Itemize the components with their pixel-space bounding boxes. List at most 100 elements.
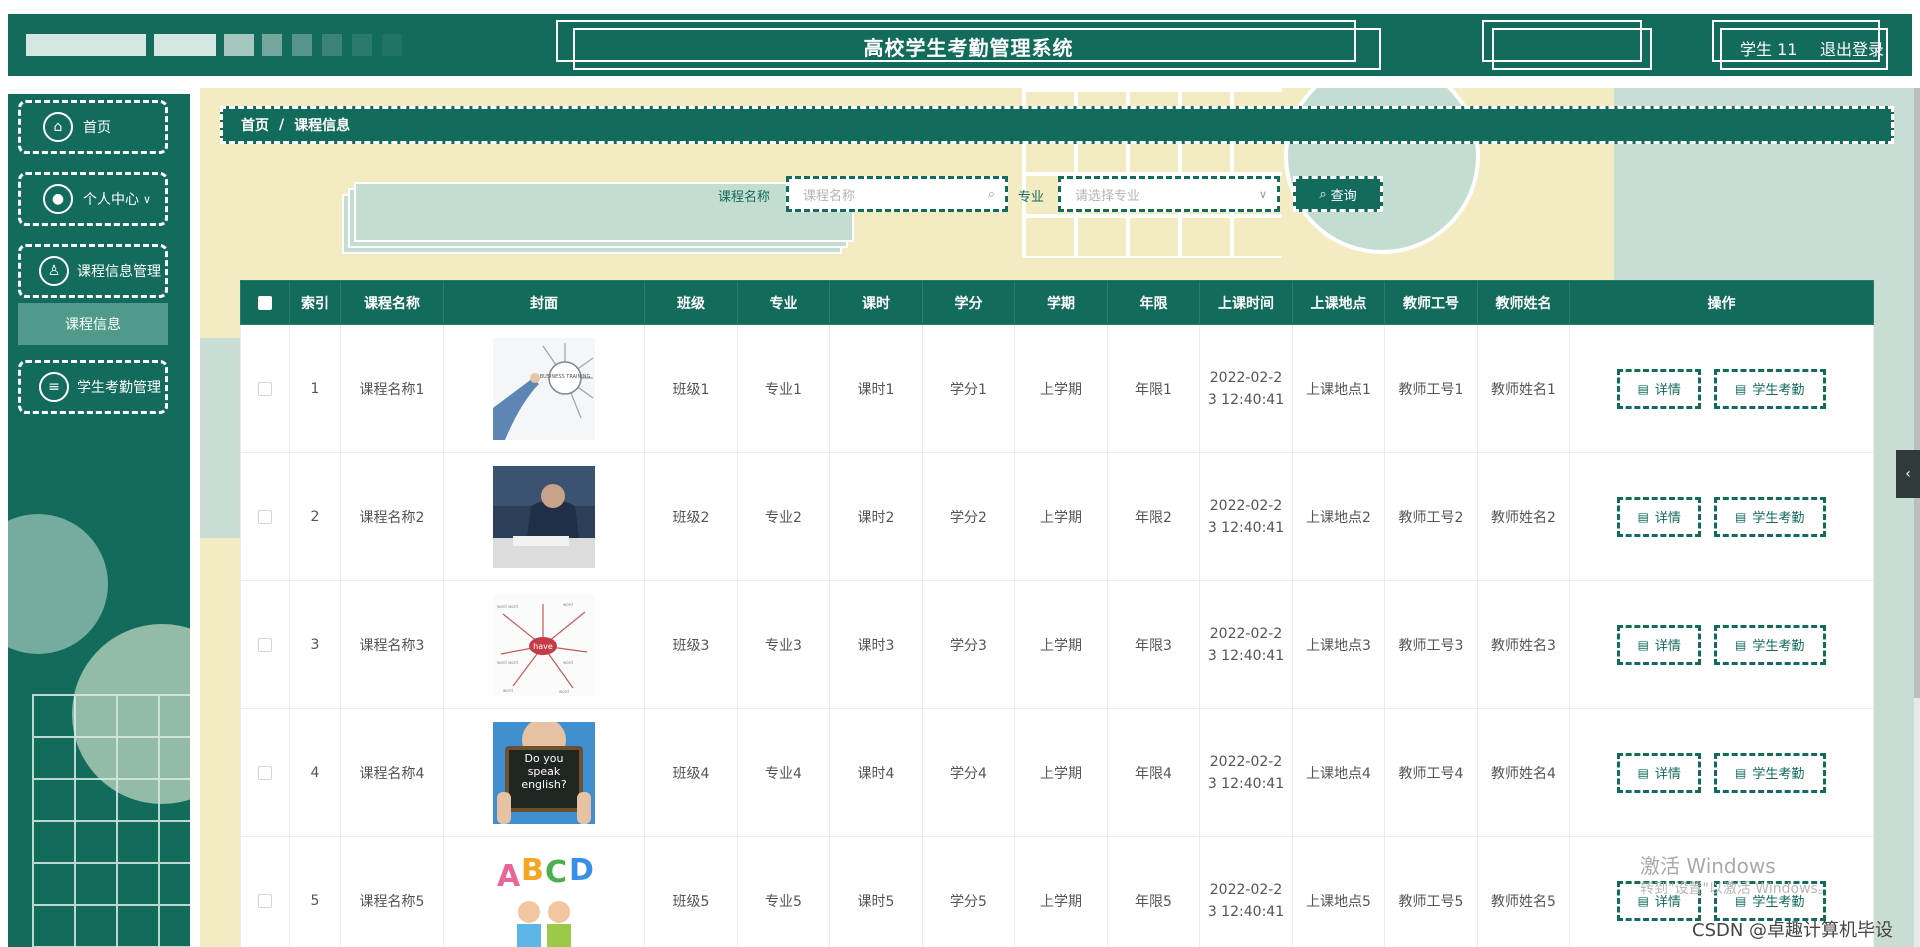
detail-button-label: 详情 — [1654, 383, 1681, 398]
document-icon: ▤ — [1735, 765, 1747, 780]
teacher-id-cell: 教师工号2 — [1384, 452, 1478, 581]
column-header: 教师工号 — [1384, 280, 1478, 325]
years-cell: 年限5 — [1107, 836, 1200, 947]
sidebar-item-home[interactable]: ⌂ 首页 — [18, 100, 168, 154]
actions-cell: ▤ 详情 ▤ 学生考勤 — [1569, 580, 1874, 709]
years-cell: 年限2 — [1107, 452, 1200, 581]
home-icon: ⌂ — [43, 112, 73, 142]
course-name-placeholder: 课程名称 — [803, 188, 856, 204]
logout-button[interactable]: 退出登录 — [1820, 36, 1884, 60]
column-header: 上课地点 — [1292, 280, 1385, 325]
breadcrumb-current: 课程信息 — [294, 118, 351, 134]
attendance-button[interactable]: ▤ 学生考勤 — [1713, 752, 1826, 793]
place-cell: 上课地点5 — [1292, 836, 1385, 947]
row-select-cell[interactable] — [240, 452, 290, 581]
cover-image: word word word word word word word word have — [493, 593, 595, 696]
row-checkbox[interactable] — [258, 765, 272, 780]
sidebar-item-personal-center[interactable]: ● 个人中心 ∨ — [18, 172, 168, 226]
windows-activation-title: 激活 Windows — [1640, 854, 1776, 878]
course-name-label: 课程名称 — [718, 190, 771, 205]
cover-cell — [443, 452, 645, 581]
windows-activation-subtitle: 转到"设置"以激活 Windows。 — [1640, 881, 1832, 897]
header-decoration — [292, 34, 312, 56]
row-checkbox[interactable] — [258, 509, 272, 524]
document-icon: ▤ — [1735, 509, 1747, 524]
hours-cell: 课时2 — [829, 452, 923, 581]
column-header: 专业 — [737, 280, 830, 325]
teacher-id-cell: 教师工号1 — [1384, 324, 1478, 453]
sidebar-item-attendance-management[interactable]: ≡ 学生考勤管理 — [18, 360, 168, 414]
header-decoration — [322, 34, 342, 56]
row-select-cell[interactable] — [240, 836, 290, 947]
hours-cell: 课时5 — [829, 836, 923, 947]
time-cell: 2022-02-23 12:40:41 — [1199, 324, 1293, 453]
time-cell: 2022-02-23 12:40:41 — [1199, 452, 1293, 581]
actions-cell: ▤ 详情 ▤ 学生考勤 — [1569, 708, 1874, 837]
svg-text:word: word — [559, 689, 569, 694]
header-decoration — [26, 34, 146, 56]
term-cell: 上学期 — [1014, 580, 1108, 709]
sidebar-item-course-management[interactable]: ♙ 课程信息管理 — [18, 244, 168, 298]
years-cell: 年限3 — [1107, 580, 1200, 709]
row-select-cell[interactable] — [240, 324, 290, 453]
major-cell: 专业1 — [737, 324, 830, 453]
course-name-cell: 课程名称3 — [340, 580, 444, 709]
sidebar-item-label: 课程信息管理 — [77, 264, 161, 280]
row-select-cell[interactable] — [240, 708, 290, 837]
detail-button[interactable]: ▤ 详情 — [1617, 368, 1702, 409]
sidebar-subitem-course-info[interactable]: 课程信息 — [18, 303, 168, 345]
attendance-button[interactable]: ▤ 学生考勤 — [1713, 624, 1826, 665]
column-header: 上课时间 — [1199, 280, 1293, 325]
cover-image: BUSINESS TRAINING — [493, 337, 595, 440]
document-icon: ▤ — [1637, 765, 1649, 780]
column-header: 操作 — [1569, 280, 1874, 325]
detail-button[interactable]: ▤ 详情 — [1617, 752, 1702, 793]
search-icon: ⌕ — [1319, 186, 1327, 202]
document-icon: ▤ — [1637, 381, 1649, 396]
course-name-input[interactable]: 课程名称 ⌕ — [786, 176, 1008, 212]
select-all-checkbox[interactable] — [258, 295, 272, 310]
class-cell: 班级3 — [644, 580, 738, 709]
class-cell: 班级1 — [644, 324, 738, 453]
term-cell: 上学期 — [1014, 324, 1108, 453]
detail-button[interactable]: ▤ 详情 — [1617, 496, 1702, 537]
select-all-header[interactable] — [240, 280, 290, 325]
attendance-button[interactable]: ▤ 学生考勤 — [1713, 368, 1826, 409]
column-header: 封面 — [443, 280, 645, 325]
chevron-down-icon: ∨ — [143, 192, 152, 206]
search-button[interactable]: ⌕ 查询 — [1293, 176, 1383, 212]
header-decoration — [154, 34, 216, 56]
column-header: 课程名称 — [340, 280, 444, 325]
chevron-down-icon: ∨ — [1258, 187, 1267, 201]
credit-cell: 学分2 — [922, 452, 1015, 581]
row-checkbox[interactable] — [258, 381, 272, 396]
document-icon: ▤ — [1637, 637, 1649, 652]
place-cell: 上课地点1 — [1292, 324, 1385, 453]
detail-button-label: 详情 — [1654, 511, 1681, 526]
major-select[interactable]: 请选择专业 ∨ — [1058, 176, 1280, 212]
page-scrollbar-thumb[interactable] — [1914, 88, 1920, 698]
sidebar-item-label: 个人中心 — [83, 192, 139, 208]
header-decoration — [382, 34, 402, 56]
detail-button[interactable]: ▤ 详情 — [1617, 624, 1702, 665]
course-name-cell: 课程名称1 — [340, 324, 444, 453]
breadcrumb-home[interactable]: 首页 — [241, 115, 269, 135]
main-content: 首页 / 课程信息 课程名称 课程名称 ⌕ 专业 请选择专业 ∨ ⌕ 查询 索引 — [200, 88, 1920, 947]
teacher-id-cell: 教师工号5 — [1384, 836, 1478, 947]
sidebar-item-label: 首页 — [83, 120, 111, 136]
collapse-handle[interactable]: ‹ — [1896, 450, 1920, 498]
detail-button-label: 详情 — [1654, 767, 1681, 782]
teacher-name-cell: 教师姓名5 — [1477, 836, 1570, 947]
search-icon: ⌕ — [987, 186, 995, 202]
attendance-button[interactable]: ▤ 学生考勤 — [1713, 496, 1826, 537]
row-checkbox[interactable] — [258, 893, 272, 908]
document-icon: ▤ — [1735, 637, 1747, 652]
row-checkbox[interactable] — [258, 637, 272, 652]
sidebar: ⌂ 首页 ● 个人中心 ∨ ♙ 课程信息管理 课程信息 ≡ 学生考勤管理 — [8, 94, 190, 947]
cover-text: have — [533, 642, 553, 651]
major-label: 专业 — [1018, 190, 1045, 205]
header-frame — [1492, 28, 1652, 70]
row-select-cell[interactable] — [240, 580, 290, 709]
index-cell: 3 — [289, 580, 341, 709]
teacher-name-cell: 教师姓名1 — [1477, 324, 1570, 453]
